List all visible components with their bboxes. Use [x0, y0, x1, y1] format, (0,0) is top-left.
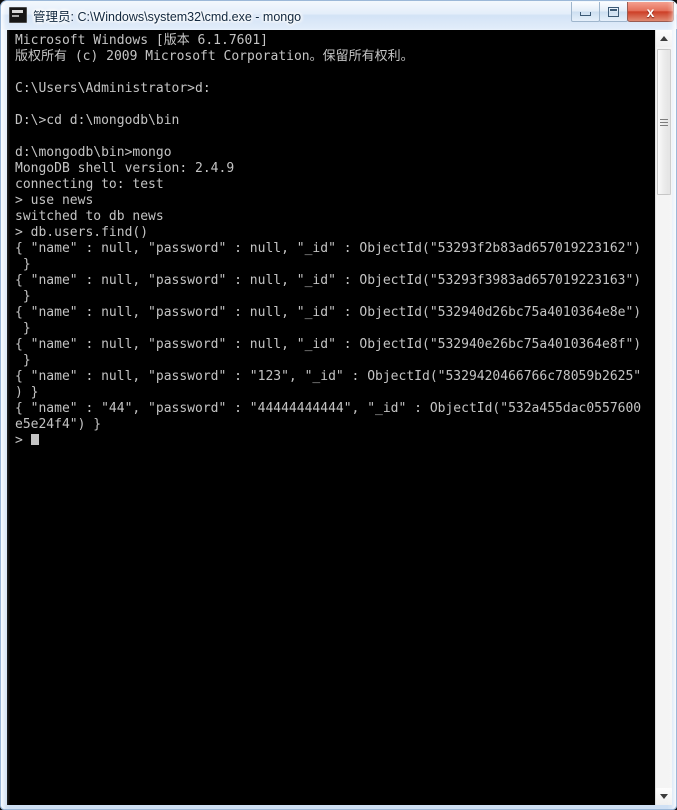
cmd-window: 管理员: C:\Windows\system32\cmd.exe - mongo…: [0, 0, 677, 810]
console-scrollbar[interactable]: [655, 30, 672, 805]
console-line: { "name" : null, "password" : null, "_id…: [15, 337, 642, 352]
minimize-icon: [580, 11, 591, 16]
prompt-symbol: >: [15, 433, 23, 448]
console-line: }: [15, 321, 31, 336]
console-line: > db.users.find(): [15, 225, 149, 240]
text-cursor: [30, 434, 39, 445]
scroll-down-icon: [660, 794, 668, 799]
console-line: ) }: [15, 385, 39, 400]
maximize-button[interactable]: [599, 2, 628, 22]
title-bar-left: 管理员: C:\Windows\system32\cmd.exe - mongo: [9, 5, 301, 25]
close-icon: x: [646, 3, 655, 20]
scroll-down-button[interactable]: [656, 788, 672, 805]
console-line: { "name" : "44", "password" : "444444444…: [15, 401, 642, 416]
scrollbar-thumb[interactable]: [657, 49, 671, 195]
cmd-icon: [9, 7, 27, 23]
console-client-area: Microsoft Windows [版本 6.1.7601] 版权所有 (c) …: [7, 30, 672, 805]
maximize-icon: [608, 6, 619, 17]
scrollbar-grip-icon: [660, 118, 668, 126]
window-controls: x: [571, 2, 674, 22]
console-line: C:\Users\Administrator>d:: [15, 81, 211, 96]
console-line: e5e24f4") }: [15, 417, 102, 432]
console-output[interactable]: Microsoft Windows [版本 6.1.7601] 版权所有 (c) …: [7, 30, 655, 805]
console-line: MongoDB shell version: 2.4.9: [15, 161, 235, 176]
console-line: }: [15, 289, 31, 304]
console-line: }: [15, 257, 31, 272]
console-line: { "name" : null, "password" : "123", "_i…: [15, 369, 642, 384]
console-line: switched to db news: [15, 209, 164, 224]
console-line: D:\>cd d:\mongodb\bin: [15, 113, 180, 128]
console-line: { "name" : null, "password" : null, "_id…: [15, 305, 642, 320]
console-line: { "name" : null, "password" : null, "_id…: [15, 273, 642, 288]
console-prompt-line[interactable]: >: [9, 433, 655, 449]
console-line: }: [15, 353, 31, 368]
console-line: 版权所有 (c) 2009 Microsoft Corporation。保留所有…: [15, 49, 414, 64]
title-bar[interactable]: 管理员: C:\Windows\system32\cmd.exe - mongo…: [1, 1, 677, 29]
console-line: d:\mongodb\bin>mongo: [15, 145, 172, 160]
minimize-button[interactable]: [571, 2, 600, 22]
scroll-up-icon: [660, 36, 668, 41]
close-button[interactable]: x: [627, 2, 674, 22]
scroll-up-button[interactable]: [656, 30, 672, 47]
console-line: Microsoft Windows [版本 6.1.7601]: [15, 33, 268, 48]
console-line: > use news: [15, 193, 94, 208]
console-line: { "name" : null, "password" : null, "_id…: [15, 241, 642, 256]
console-line: connecting to: test: [15, 177, 164, 192]
window-title: 管理员: C:\Windows\system32\cmd.exe - mongo: [33, 9, 302, 24]
